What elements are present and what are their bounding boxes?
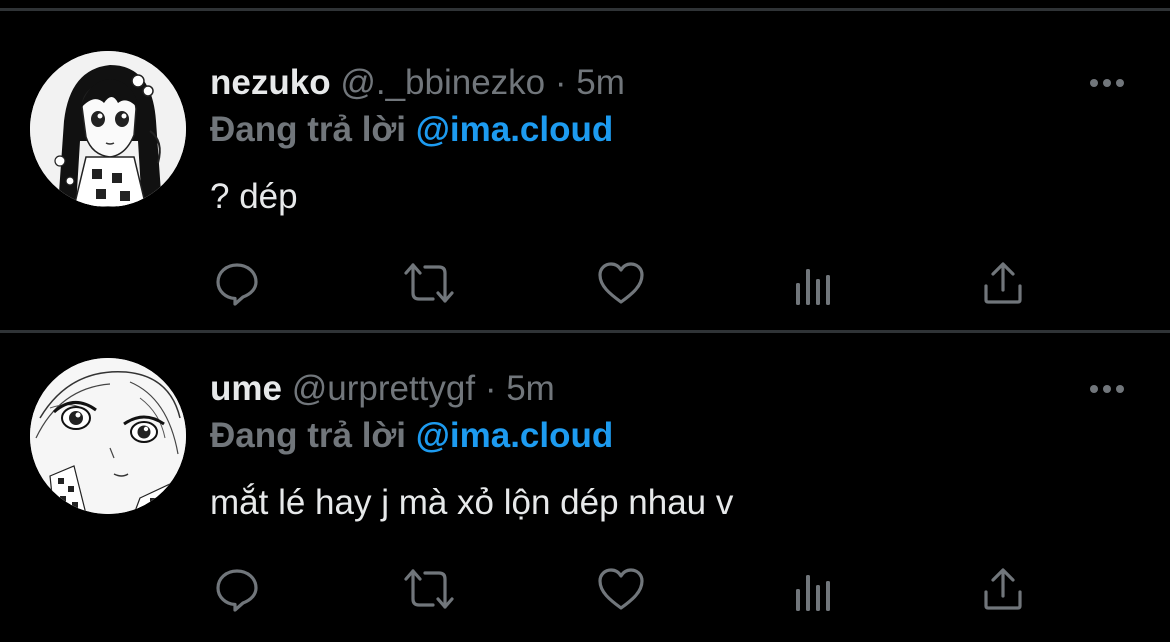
tweet-text: mắt lé hay j mà xỏ lộn dép nhau v (210, 483, 734, 522)
share-upload-icon (984, 568, 1022, 610)
heart-icon (598, 568, 644, 610)
tweet-header: ume @urprettygf · 5m (210, 364, 555, 414)
more-horizontal-icon (1090, 385, 1124, 393)
replying-to-label: Đang trả lời (210, 416, 407, 455)
display-name[interactable]: nezuko (210, 63, 331, 102)
tweet-header: nezuko @._bbinezko · 5m (210, 58, 625, 108)
more-options-button[interactable] (1082, 68, 1132, 98)
tweet-1[interactable]: nezuko @._bbinezko · 5m Đang trả lời @im… (0, 28, 1170, 334)
timestamp[interactable]: 5m (506, 369, 555, 408)
analytics-button[interactable] (786, 258, 840, 312)
user-handle[interactable]: @._bbinezko (340, 63, 545, 102)
replying-to-label: Đang trả lời (210, 110, 407, 149)
top-divider (0, 8, 1170, 11)
tweet-2[interactable]: ume @urprettygf · 5m Đang trả lời @ima.c… (0, 334, 1170, 640)
share-upload-icon (984, 262, 1022, 304)
reply-button[interactable] (210, 256, 264, 310)
avatar-ume[interactable] (30, 358, 186, 514)
more-options-button[interactable] (1082, 374, 1132, 404)
reply-bubble-icon (216, 569, 258, 612)
share-button[interactable] (976, 562, 1030, 616)
separator-dot: · (484, 369, 497, 408)
bar-chart-icon (796, 575, 830, 611)
like-button[interactable] (594, 256, 648, 310)
retweet-button[interactable] (402, 562, 456, 616)
retweet-button[interactable] (402, 256, 456, 310)
tweet-text: ? dép (210, 177, 298, 216)
share-button[interactable] (976, 256, 1030, 310)
timestamp[interactable]: 5m (576, 63, 625, 102)
reply-bubble-icon (216, 263, 258, 306)
replying-to-mention[interactable]: @ima.cloud (416, 416, 614, 455)
display-name[interactable]: ume (210, 369, 282, 408)
tweet-divider (0, 330, 1170, 333)
reply-button[interactable] (210, 562, 264, 616)
replying-to: Đang trả lời @ima.cloud (210, 105, 613, 155)
replying-to-mention[interactable]: @ima.cloud (416, 110, 614, 149)
avatar-nezuko[interactable] (30, 51, 186, 207)
separator-dot: · (554, 63, 567, 102)
retweet-arrows-icon (404, 569, 454, 609)
replying-to: Đang trả lời @ima.cloud (210, 411, 613, 461)
like-button[interactable] (594, 562, 648, 616)
bar-chart-icon (796, 269, 830, 305)
retweet-arrows-icon (404, 263, 454, 303)
user-handle[interactable]: @urprettygf (292, 369, 475, 408)
heart-icon (598, 262, 644, 304)
analytics-button[interactable] (786, 564, 840, 618)
more-horizontal-icon (1090, 79, 1124, 87)
